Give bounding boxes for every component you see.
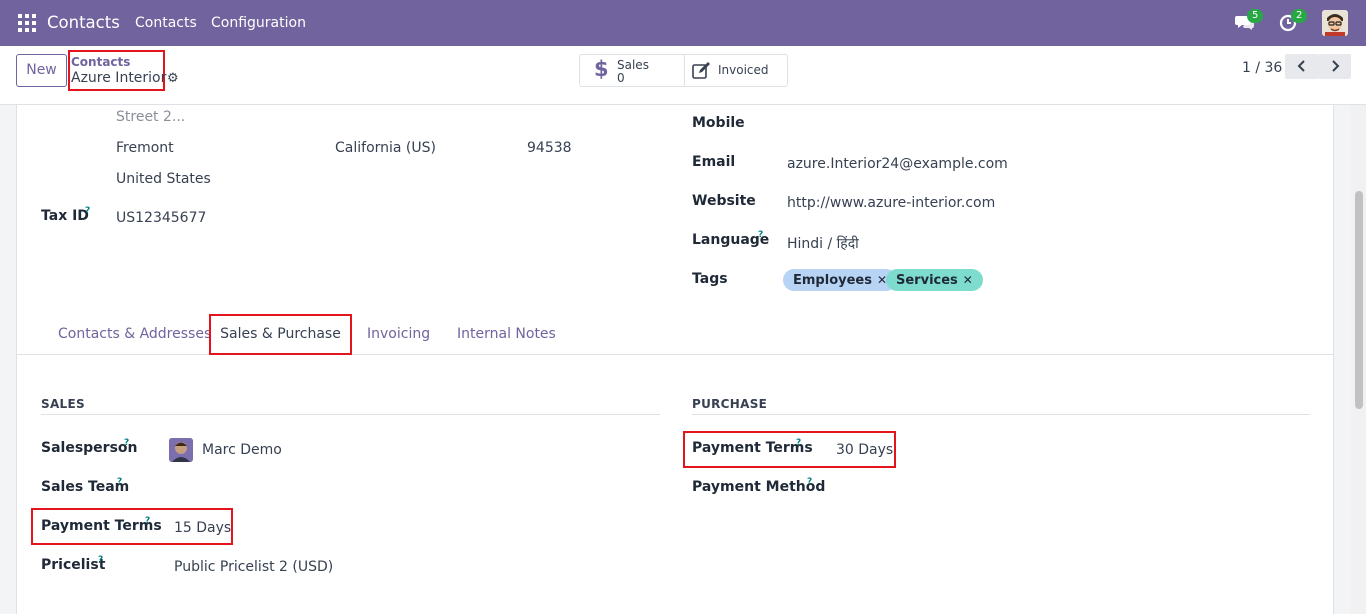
tab-label: Sales & Purchase: [220, 326, 341, 342]
sales-payment-terms-field[interactable]: 15 Days: [174, 520, 231, 536]
help-icon[interactable]: ?: [758, 230, 763, 240]
help-icon[interactable]: ?: [145, 516, 150, 526]
tag-services[interactable]: Services ✕: [886, 269, 983, 291]
purchase-section-title: PURCHASE: [692, 397, 768, 411]
pager-previous-button[interactable]: [1285, 54, 1318, 79]
pager-next-button[interactable]: [1318, 54, 1351, 79]
invoiced-stat-label: Invoiced: [718, 63, 769, 77]
tax-id-field[interactable]: US12345677: [116, 210, 206, 226]
tab-internal-notes[interactable]: Internal Notes: [457, 326, 556, 342]
street2-field[interactable]: Street 2...: [116, 109, 185, 125]
email-field[interactable]: azure.Interior24@example.com: [787, 156, 1008, 172]
tags-label: Tags: [692, 271, 728, 287]
activities-badge: 2: [1291, 9, 1308, 23]
state-field[interactable]: California (US): [335, 140, 436, 156]
purchase-section-divider: [692, 414, 1310, 415]
top-navbar: Contacts Contacts Configuration 5 2: [0, 0, 1366, 46]
chevron-left-icon: [1297, 60, 1305, 72]
help-icon[interactable]: ?: [117, 477, 122, 487]
breadcrumb-parent[interactable]: Contacts: [71, 55, 130, 69]
sales-stat-label: Sales: [617, 58, 649, 72]
dollar-icon: $: [594, 57, 609, 81]
help-icon[interactable]: ?: [85, 206, 90, 216]
salesperson-avatar: [169, 438, 193, 462]
tag-employees[interactable]: Employees ✕: [783, 269, 898, 291]
zip-field[interactable]: 94538: [527, 140, 572, 156]
tag-label: Services: [896, 273, 958, 288]
new-button[interactable]: New: [16, 54, 67, 87]
city-field[interactable]: Fremont: [116, 140, 174, 156]
tag-label: Employees: [793, 273, 872, 288]
website-field[interactable]: http://www.azure-interior.com: [787, 195, 995, 211]
pager-value[interactable]: 1 / 36: [1242, 60, 1282, 76]
purchase-payment-terms-field[interactable]: 30 Days: [836, 442, 893, 458]
smart-buttons: $ Sales 0 Invoiced: [579, 54, 788, 87]
edit-icon: [692, 62, 710, 79]
user-avatar[interactable]: [1322, 10, 1348, 36]
scrollbar[interactable]: [1351, 105, 1366, 614]
help-icon[interactable]: ?: [124, 438, 129, 448]
sales-stat-value: 0: [617, 71, 625, 85]
sales-payment-terms-label: Payment Terms: [41, 518, 162, 534]
help-icon[interactable]: ?: [796, 438, 801, 448]
stat-divider: [684, 55, 685, 86]
payment-method-label: Payment Method: [692, 479, 826, 495]
app-title[interactable]: Contacts: [47, 13, 120, 32]
scrollbar-thumb[interactable]: [1355, 191, 1363, 409]
mobile-label: Mobile: [692, 115, 745, 131]
activities-icon[interactable]: 2: [1279, 9, 1308, 34]
tax-id-label: Tax ID: [41, 208, 89, 224]
salesperson-field[interactable]: Marc Demo: [202, 442, 282, 458]
website-label: Website: [692, 193, 756, 209]
sales-section-divider: [41, 414, 660, 415]
remove-tag-icon[interactable]: ✕: [963, 273, 973, 287]
tab-contacts-addresses[interactable]: Contacts & Addresses: [58, 326, 211, 342]
gear-icon[interactable]: ⚙: [167, 71, 179, 86]
tab-sales-purchase[interactable]: Sales & Purchase: [209, 314, 352, 355]
email-label: Email: [692, 154, 736, 170]
menu-contacts[interactable]: Contacts: [135, 15, 197, 31]
tab-invoicing[interactable]: Invoicing: [367, 326, 430, 342]
breadcrumb-current: Azure Interior: [71, 70, 167, 86]
pricelist-label: Pricelist: [41, 557, 106, 573]
menu-configuration[interactable]: Configuration: [211, 15, 306, 31]
help-icon[interactable]: ?: [98, 555, 103, 565]
sales-section-title: SALES: [41, 397, 85, 411]
control-panel: New Contacts Azure Interior ⚙ $ Sales 0 …: [0, 46, 1366, 105]
purchase-payment-terms-label: Payment Terms: [692, 440, 813, 456]
chevron-right-icon: [1331, 60, 1339, 72]
country-field[interactable]: United States: [116, 171, 211, 187]
apps-menu-icon[interactable]: [18, 14, 36, 32]
language-field[interactable]: Hindi / हिंदी: [787, 234, 859, 253]
pricelist-field[interactable]: Public Pricelist 2 (USD): [174, 559, 333, 575]
messages-badge: 5: [1247, 9, 1264, 23]
help-icon[interactable]: ?: [807, 477, 812, 487]
messages-icon[interactable]: 5: [1235, 9, 1264, 34]
